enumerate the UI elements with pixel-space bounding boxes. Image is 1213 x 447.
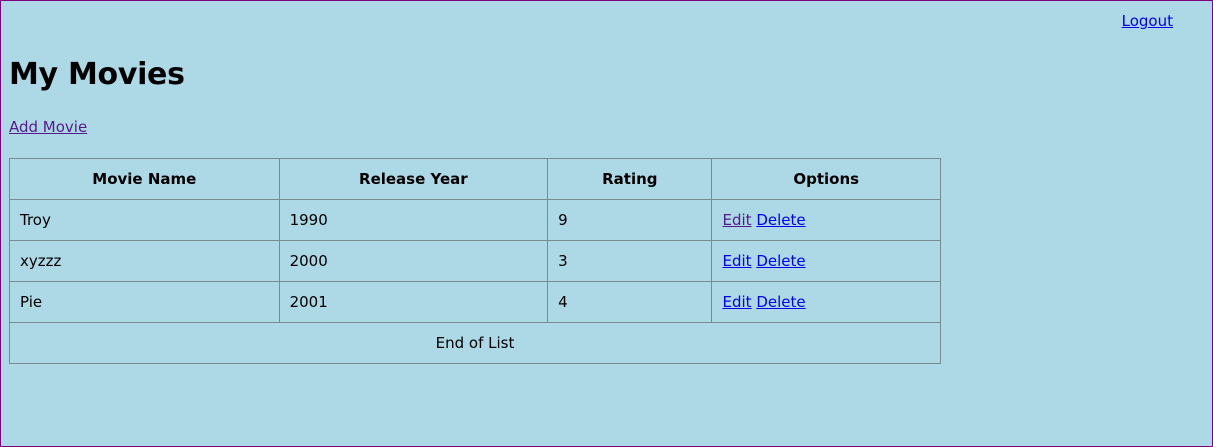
- logout-link[interactable]: Logout: [1122, 12, 1173, 30]
- edit-link[interactable]: Edit: [722, 252, 751, 270]
- table-footer-row: End of List: [9, 322, 941, 364]
- release-year-cell: 1990: [278, 199, 549, 241]
- table-row: Troy 1990 9 Edit Delete: [9, 199, 941, 241]
- movies-table: Movie Name Release Year Rating Options T…: [9, 158, 941, 364]
- rating-cell: 4: [547, 281, 713, 323]
- end-of-list-text: End of List: [9, 322, 941, 364]
- page-title: My Movies: [9, 57, 185, 92]
- add-movie-link[interactable]: Add Movie: [9, 118, 87, 136]
- rating-cell: 3: [547, 240, 713, 282]
- column-header-release-year: Release Year: [278, 158, 549, 200]
- options-cell: Edit Delete: [711, 199, 941, 241]
- release-year-cell: 2001: [278, 281, 549, 323]
- edit-link[interactable]: Edit: [722, 211, 751, 229]
- delete-link[interactable]: Delete: [756, 252, 805, 270]
- options-cell: Edit Delete: [711, 240, 941, 282]
- rating-cell: 9: [547, 199, 713, 241]
- delete-link[interactable]: Delete: [756, 293, 805, 311]
- table-row: xyzzz 2000 3 Edit Delete: [9, 240, 941, 282]
- delete-link[interactable]: Delete: [756, 211, 805, 229]
- column-header-options: Options: [711, 158, 941, 200]
- options-cell: Edit Delete: [711, 281, 941, 323]
- edit-link[interactable]: Edit: [722, 293, 751, 311]
- release-year-cell: 2000: [278, 240, 549, 282]
- movie-name-cell: xyzzz: [9, 240, 280, 282]
- movie-name-cell: Pie: [9, 281, 280, 323]
- table-row: Pie 2001 4 Edit Delete: [9, 281, 941, 323]
- table-header-row: Movie Name Release Year Rating Options: [9, 158, 941, 200]
- column-header-movie-name: Movie Name: [9, 158, 280, 200]
- column-header-rating: Rating: [547, 158, 713, 200]
- movie-name-cell: Troy: [9, 199, 280, 241]
